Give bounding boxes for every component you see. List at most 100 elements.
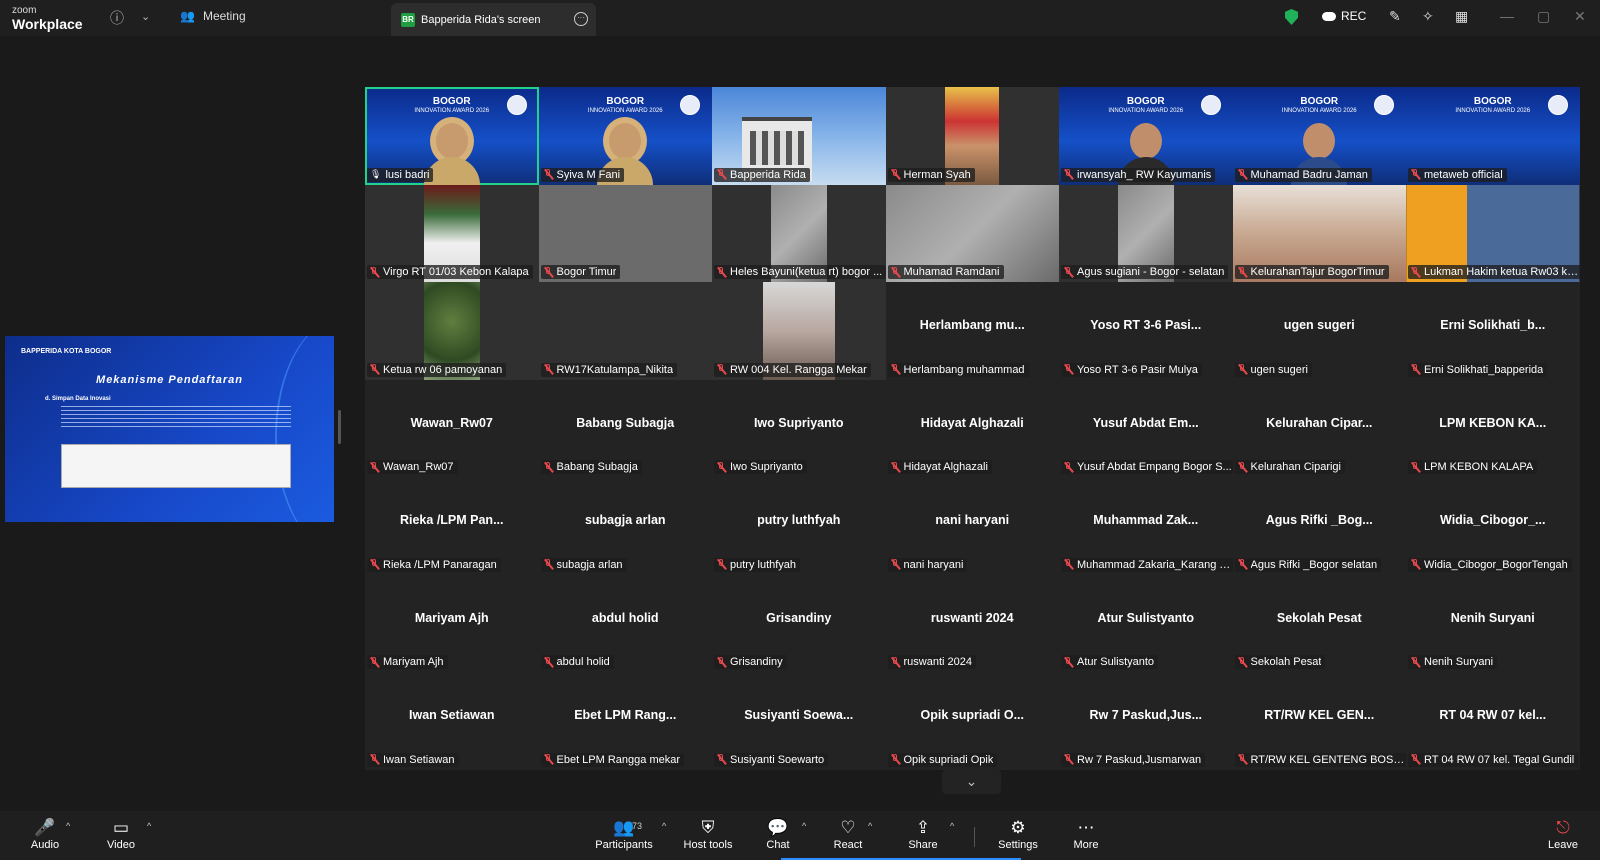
participant-display-name: Ebet LPM Rang... (574, 708, 677, 722)
participant-tile[interactable]: Hidayat Alghazali Hidayat Alghazali (885, 379, 1059, 477)
leave-button[interactable]: ⎋ Leave (1546, 817, 1580, 851)
participant-tile[interactable]: Erni Solikhati_b... Erni Solikhati_bapper… (1406, 282, 1580, 380)
video-button[interactable]: ▭ Video (104, 817, 138, 851)
participant-tile[interactable]: ruswanti 2024 ruswanti 2024 (885, 574, 1059, 672)
react-button[interactable]: ♡ React (832, 817, 864, 851)
participant-name-label: Yusuf Abdat Empang Bogor S... (1061, 460, 1233, 474)
shared-screen-form-image (61, 444, 291, 488)
participant-tile[interactable]: Herlambang mu... Herlambang muhammad (885, 282, 1059, 380)
participant-tile[interactable]: Nenih Suryani Nenih Suryani (1406, 574, 1580, 672)
participant-tile[interactable]: Bogor Timur (538, 184, 712, 282)
participant-tile[interactable]: Heles Bayuni(ketua rt) bogor ... (712, 184, 886, 282)
participant-tile[interactable]: Yoso RT 3-6 Pasi... Yoso RT 3-6 Pasir Mul… (1059, 282, 1233, 380)
share-caret-icon[interactable]: ^ (950, 821, 954, 831)
participants-caret-icon[interactable]: ^ (662, 821, 666, 831)
participant-tile[interactable]: RT 04 RW 07 kel... RT 04 RW 07 kel. Tegal… (1406, 672, 1580, 770)
participants-button[interactable]: 👥 Participants (592, 817, 656, 851)
participant-tile[interactable]: RT/RW KEL GEN... RT/RW KEL GENTENG BOSEL (1232, 672, 1406, 770)
settings-button[interactable]: ⚙ Settings (997, 817, 1039, 851)
scroll-down-button[interactable]: ⌄ (942, 770, 1001, 794)
sparkle-icon[interactable]: ✧ (1422, 8, 1434, 25)
participant-tile[interactable]: RW17Katulampa_Nikita (538, 282, 712, 380)
participant-tile[interactable]: Wawan_Rw07 Wawan_Rw07 (365, 379, 539, 477)
participant-tile[interactable]: Susiyanti Soewa... Susiyanti Soewarto (712, 672, 886, 770)
participant-tile[interactable]: Sekolah Pesat Sekolah Pesat (1232, 574, 1406, 672)
participant-tile[interactable]: Widia_Cibogor_... Widia_Cibogor_BogorTeng… (1406, 477, 1580, 575)
mic-muted-icon (717, 656, 726, 668)
participant-tile[interactable]: Atur Sulistyanto Atur Sulistyanto (1059, 574, 1233, 672)
mic-muted-icon (370, 559, 379, 570)
info-icon[interactable]: ⓘ (110, 8, 124, 28)
chevron-down-icon[interactable]: ⌄ (141, 10, 150, 23)
react-caret-icon[interactable]: ^ (868, 821, 872, 831)
participant-tile[interactable]: Agus sugiani - Bogor - selatan (1059, 184, 1233, 282)
participant-tile[interactable]: Rw 7 Paskud,Jus... Rw 7 Paskud,Jusmarwan (1059, 672, 1233, 770)
chat-button[interactable]: 💬 Chat (764, 817, 792, 851)
shared-screen-view[interactable]: BAPPERIDA KOTA BOGOR Mekanisme Pendaftar… (5, 336, 334, 522)
participant-tile[interactable]: Ebet LPM Rang... Ebet LPM Rangga mekar (538, 672, 712, 770)
layout-icon[interactable]: ▦ (1455, 8, 1468, 25)
chat-caret-icon[interactable]: ^ (802, 821, 806, 831)
host-tools-button[interactable]: ⛨ Host tools (683, 817, 733, 851)
participant-tile[interactable]: Herman Syah (885, 87, 1059, 185)
participant-tile[interactable]: subagja arlan subagja arlan (538, 477, 712, 575)
participant-tile[interactable]: Agus Rifki _Bog... Agus Rifki _Bogor sela… (1232, 477, 1406, 575)
split-resize-handle[interactable] (338, 410, 341, 444)
audio-button[interactable]: 🎤 Audio (28, 817, 62, 851)
toolbar-separator (974, 827, 975, 847)
participant-tile[interactable]: Iwan Setiawan Iwan Setiawan (365, 672, 539, 770)
participant-tile[interactable]: BOGOR INNOVATION AWARD 2026 🎙 lusi badri (365, 87, 539, 185)
participant-tile[interactable]: abdul holid abdul holid (538, 574, 712, 672)
participant-tile[interactable]: Babang Subagja Babang Subagja (538, 379, 712, 477)
participant-tile[interactable]: Kelurahan Cipar... Kelurahan Ciparigi (1232, 379, 1406, 477)
security-shield-icon[interactable] (1285, 9, 1298, 25)
share-screen-tab[interactable]: BR Bapperida Rida's screen ··· (391, 3, 596, 36)
participant-tile[interactable]: Bapperida Rida (712, 87, 886, 185)
award-badge-icon (1374, 95, 1394, 115)
participant-tile[interactable]: Grisandiny Grisandiny (712, 574, 886, 672)
more-button[interactable]: ⋯ More (1071, 817, 1101, 851)
share-button[interactable]: ⇪ Share (906, 817, 940, 851)
participant-tile[interactable]: Muhamad Ramdani (885, 184, 1059, 282)
participant-display-name: Sekolah Pesat (1276, 610, 1362, 625)
participant-tile[interactable]: Rieka /LPM Pan... Rieka /LPM Panaragan (365, 477, 539, 575)
participant-tile[interactable]: KelurahanTajur BogorTimur (1232, 184, 1406, 282)
participant-tile[interactable]: Lukman Hakim ketua Rw03 kel... (1406, 184, 1580, 282)
participant-tile[interactable]: RW 004 Kel. Rangga Mekar (712, 282, 886, 380)
participant-tile[interactable]: BOGOR INNOVATION AWARD 2026 Syiva M Fani (538, 87, 712, 185)
participant-tile[interactable]: putry luthfyah putry luthfyah (712, 477, 886, 575)
participant-display-name: Muhammad Zak... (1093, 513, 1199, 527)
participant-tile[interactable]: Yusuf Abdat Em... Yusuf Abdat Empang Bogo… (1059, 379, 1233, 477)
video-label: Video (107, 839, 135, 851)
meeting-tab[interactable]: 👥 Meeting (180, 9, 246, 23)
participant-tile[interactable]: nani haryani nani haryani (885, 477, 1059, 575)
participant-name-label: Muhammad Zakaria_Karang T... (1061, 557, 1233, 572)
audio-options-caret-icon[interactable]: ^ (66, 821, 70, 831)
participant-tile[interactable]: Opik supriadi O... Opik supriadi Opik (885, 672, 1059, 770)
participant-tile[interactable]: ugen sugeri ugen sugeri (1232, 282, 1406, 380)
participant-tile[interactable]: Muhammad Zak... Muhammad Zakaria_Karang T… (1059, 477, 1233, 575)
participant-tile[interactable]: Mariyam Ajh Mariyam Ajh (365, 574, 539, 672)
close-icon[interactable]: ✕ (1574, 8, 1586, 25)
participant-tile[interactable]: Virgo RT 01/03 Kebon Kalapa (365, 184, 539, 282)
recording-indicator[interactable]: REC (1322, 9, 1366, 23)
pencil-icon[interactable]: ✎ (1389, 8, 1401, 25)
participant-tile[interactable]: Iwo Supriyanto Iwo Supriyanto (712, 379, 886, 477)
participant-name-label: Muhamad Ramdani (887, 265, 1004, 279)
maximize-icon[interactable]: ▢ (1537, 8, 1550, 25)
more-options-icon[interactable]: ··· (574, 12, 588, 26)
participant-tile[interactable]: BOGOR INNOVATION AWARD 2026 metaweb offici… (1406, 87, 1580, 185)
more-label: More (1073, 839, 1099, 851)
mic-muted-icon (1411, 169, 1420, 180)
minimize-icon[interactable]: — (1500, 8, 1514, 24)
participant-name-text: RW17Katulampa_Nikita (556, 363, 674, 376)
participant-display-name: nani haryani (935, 513, 1010, 527)
participant-name-label: putry luthfyah (714, 557, 801, 572)
participant-tile[interactable]: LPM KEBON KA... LPM KEBON KALAPA (1406, 379, 1580, 477)
share-tab-badge: BR (401, 12, 415, 27)
participant-tile[interactable]: Ketua rw 06 pamoyanan (365, 282, 539, 380)
participant-tile[interactable]: BOGOR INNOVATION AWARD 2026 Muhamad Badru … (1232, 87, 1406, 185)
participant-tile[interactable]: BOGOR INNOVATION AWARD 2026 irwansyah_ RW … (1059, 87, 1233, 185)
participant-name-label: Ketua rw 06 pamoyanan (367, 362, 507, 377)
video-options-caret-icon[interactable]: ^ (147, 821, 151, 831)
